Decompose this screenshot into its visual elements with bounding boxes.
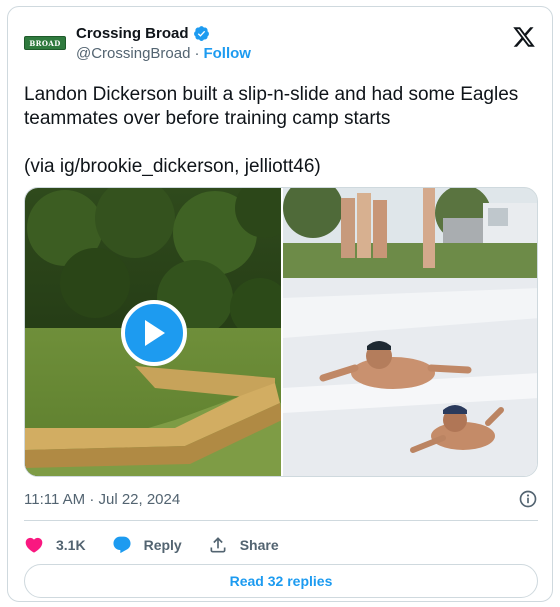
timestamp-row: 11:11 AM · Jul 22, 2024	[24, 489, 538, 509]
tweet-header: BROAD Crossing Broad @CrossingBroad · Fo…	[24, 23, 536, 63]
divider	[24, 520, 538, 521]
heart-icon	[25, 537, 43, 553]
play-icon	[145, 320, 165, 346]
info-icon[interactable]	[518, 489, 538, 509]
video-thumbnail[interactable]	[25, 188, 281, 476]
action-bar: 3.1K Reply Share	[24, 529, 305, 561]
play-button[interactable]	[121, 300, 187, 366]
author-info: Crossing Broad @CrossingBroad · Follow	[76, 23, 251, 63]
share-button[interactable]: Share	[208, 535, 279, 555]
author-display-name[interactable]: Crossing Broad	[76, 25, 189, 42]
verified-badge-icon	[193, 25, 209, 41]
photo-image	[283, 188, 537, 476]
reply-label: Reply	[143, 537, 182, 553]
reply-button[interactable]: Reply	[112, 535, 182, 555]
avatar-logo: BROAD	[24, 36, 66, 50]
author-handle[interactable]: @CrossingBroad	[76, 45, 190, 62]
photo-thumbnail[interactable]	[281, 188, 537, 476]
tweet-card: BROAD Crossing Broad @CrossingBroad · Fo…	[7, 6, 553, 602]
x-logo-icon[interactable]	[512, 25, 536, 49]
like-count: 3.1K	[56, 537, 86, 553]
share-label: Share	[239, 537, 279, 553]
separator-dot: ·	[194, 44, 200, 62]
follow-button[interactable]: Follow	[203, 45, 251, 62]
read-replies-button[interactable]: Read 32 replies	[24, 564, 538, 598]
like-button[interactable]: 3.1K	[24, 535, 86, 555]
media-grid	[24, 187, 538, 477]
share-upload-icon	[210, 537, 226, 553]
reply-bubble-icon	[113, 536, 131, 554]
tweet-timestamp[interactable]: 11:11 AM · Jul 22, 2024	[24, 491, 180, 508]
tweet-text: Landon Dickerson built a slip-n-slide an…	[24, 84, 519, 177]
avatar[interactable]: BROAD	[24, 31, 66, 55]
avatar-logo-text: BROAD	[29, 38, 61, 48]
